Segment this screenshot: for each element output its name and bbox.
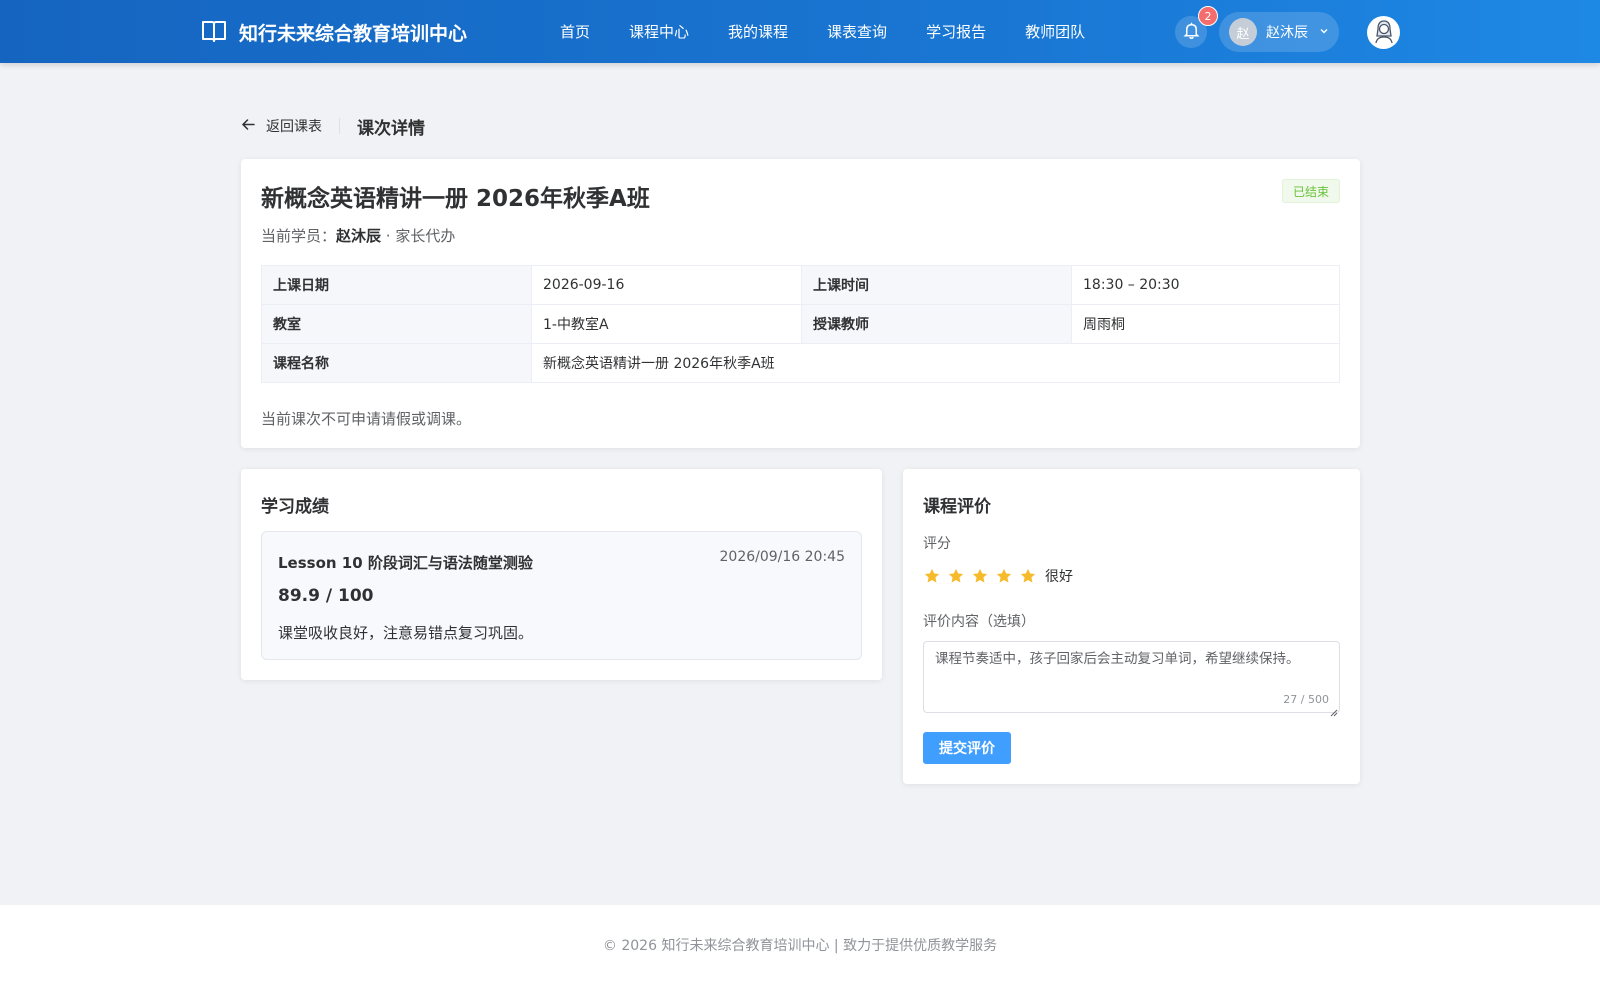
lesson-note: 当前课次不可申请请假或调课。 xyxy=(261,410,472,428)
breadcrumb-divider xyxy=(339,118,340,134)
breadcrumb: 返回课表 课次详情 xyxy=(241,113,425,139)
star-icon[interactable] xyxy=(947,567,965,585)
content-label: 评价内容（选填） xyxy=(923,614,1035,630)
user-name: 赵沐辰 xyxy=(1266,25,1308,41)
student-suffix: · 家长代办 xyxy=(381,227,456,245)
score-heading: 学习成绩 xyxy=(261,497,329,517)
lesson-detail-card: 新概念英语精讲一册 2026年秋季A班 已结束 当前学员：赵沐辰 · 家长代办 … xyxy=(241,159,1360,448)
resize-handle-icon[interactable] xyxy=(1330,703,1338,717)
test-time: 2026/09/16 20:45 xyxy=(719,549,846,565)
submit-evaluation-button[interactable]: 提交评价 xyxy=(923,732,1011,764)
student-name: 赵沐辰 xyxy=(336,227,382,245)
date-label: 上课日期 xyxy=(261,265,532,305)
course-label: 课程名称 xyxy=(261,343,532,383)
notification-badge: 2 xyxy=(1198,6,1218,26)
table-row: 课程名称 新概念英语精讲一册 2026年秋季A班 xyxy=(261,343,1340,383)
status-badge: 已结束 xyxy=(1281,179,1340,203)
score-value: 89.9 / 100 xyxy=(278,586,374,606)
lesson-info-table: 上课日期 2026-09-16 上课时间 18:30 – 20:30 教室 1-… xyxy=(261,265,1340,383)
chevron-down-icon xyxy=(1319,26,1329,39)
teacher-label: 授课教师 xyxy=(801,304,1072,344)
nav-reports[interactable]: 学习报告 xyxy=(926,21,986,42)
nav-teachers[interactable]: 教师团队 xyxy=(1025,21,1085,42)
score-item: Lesson 10 阶段词汇与语法随堂测验 2026/09/16 20:45 8… xyxy=(261,531,862,660)
student-prefix: 当前学员： xyxy=(261,227,337,245)
star-icon[interactable] xyxy=(971,567,989,585)
main-nav: 首页 课程中心 我的课程 课表查询 学习报告 教师团队 xyxy=(560,0,1124,63)
evaluation-card: 课程评价 评分 很好 评价内容（选填） 课程节奏适中，孩子回家后会主动复习单词，… xyxy=(903,469,1360,784)
profile-avatar[interactable] xyxy=(1367,16,1400,49)
star-rating[interactable]: 很好 xyxy=(923,566,1073,586)
evaluation-text: 课程节奏适中，孩子回家后会主动复习单词，希望继续保持。 xyxy=(935,651,1300,667)
time-value: 18:30 – 20:30 xyxy=(1071,265,1340,305)
time-label: 上课时间 xyxy=(801,265,1072,305)
user-avatar-icon xyxy=(1371,18,1397,48)
user-menu[interactable]: 赵 赵沐辰 xyxy=(1219,12,1339,52)
score-comment: 课堂吸收良好，注意易错点复习巩固。 xyxy=(278,624,534,642)
footer-text: © 2026 知行未来综合教育培训中心 | 致力于提供优质教学服务 xyxy=(602,938,998,954)
date-value: 2026-09-16 xyxy=(531,265,802,305)
lesson-title: 新概念英语精讲一册 2026年秋季A班 xyxy=(261,186,650,212)
room-value: 1-中教室A xyxy=(531,304,802,344)
back-button[interactable]: 返回课表 xyxy=(241,116,322,136)
rating-label: 评分 xyxy=(923,536,951,552)
star-icon[interactable] xyxy=(923,567,941,585)
score-card: 学习成绩 Lesson 10 阶段词汇与语法随堂测验 2026/09/16 20… xyxy=(241,469,882,680)
room-label: 教室 xyxy=(261,304,532,344)
arrow-left-icon xyxy=(241,117,256,136)
book-icon xyxy=(201,17,227,48)
table-row: 教室 1-中教室A 授课教师 周雨桐 xyxy=(261,304,1340,344)
char-counter: 27 / 500 xyxy=(1283,692,1329,706)
bell-icon xyxy=(1182,21,1201,44)
page-title: 课次详情 xyxy=(357,118,425,139)
course-value: 新概念英语精讲一册 2026年秋季A班 xyxy=(531,343,1340,383)
brand-name: 知行未来综合教育培训中心 xyxy=(239,22,468,45)
nav-home[interactable]: 首页 xyxy=(560,21,590,42)
table-row: 上课日期 2026-09-16 上课时间 18:30 – 20:30 xyxy=(261,265,1340,305)
test-name: Lesson 10 阶段词汇与语法随堂测验 xyxy=(278,554,533,572)
evaluation-heading: 课程评价 xyxy=(923,497,991,517)
teacher-value: 周雨桐 xyxy=(1071,304,1340,344)
nav-course-center[interactable]: 课程中心 xyxy=(629,21,689,42)
star-icon[interactable] xyxy=(995,567,1013,585)
star-icon[interactable] xyxy=(1019,567,1037,585)
nav-my-courses[interactable]: 我的课程 xyxy=(728,21,788,42)
nav-schedule[interactable]: 课表查询 xyxy=(827,21,887,42)
evaluation-textarea[interactable]: 课程节奏适中，孩子回家后会主动复习单词，希望继续保持。 27 / 500 xyxy=(923,641,1340,717)
user-avatar: 赵 xyxy=(1229,18,1257,46)
rating-text: 很好 xyxy=(1045,569,1073,585)
back-label: 返回课表 xyxy=(266,119,322,135)
top-header: 知行未来综合教育培训中心 首页 课程中心 我的课程 课表查询 学习报告 教师团队… xyxy=(0,0,1600,63)
footer: © 2026 知行未来综合教育培训中心 | 致力于提供优质教学服务 xyxy=(0,905,1600,985)
student-line: 当前学员：赵沐辰 · 家长代办 xyxy=(261,225,455,246)
brand[interactable]: 知行未来综合教育培训中心 xyxy=(201,15,467,49)
